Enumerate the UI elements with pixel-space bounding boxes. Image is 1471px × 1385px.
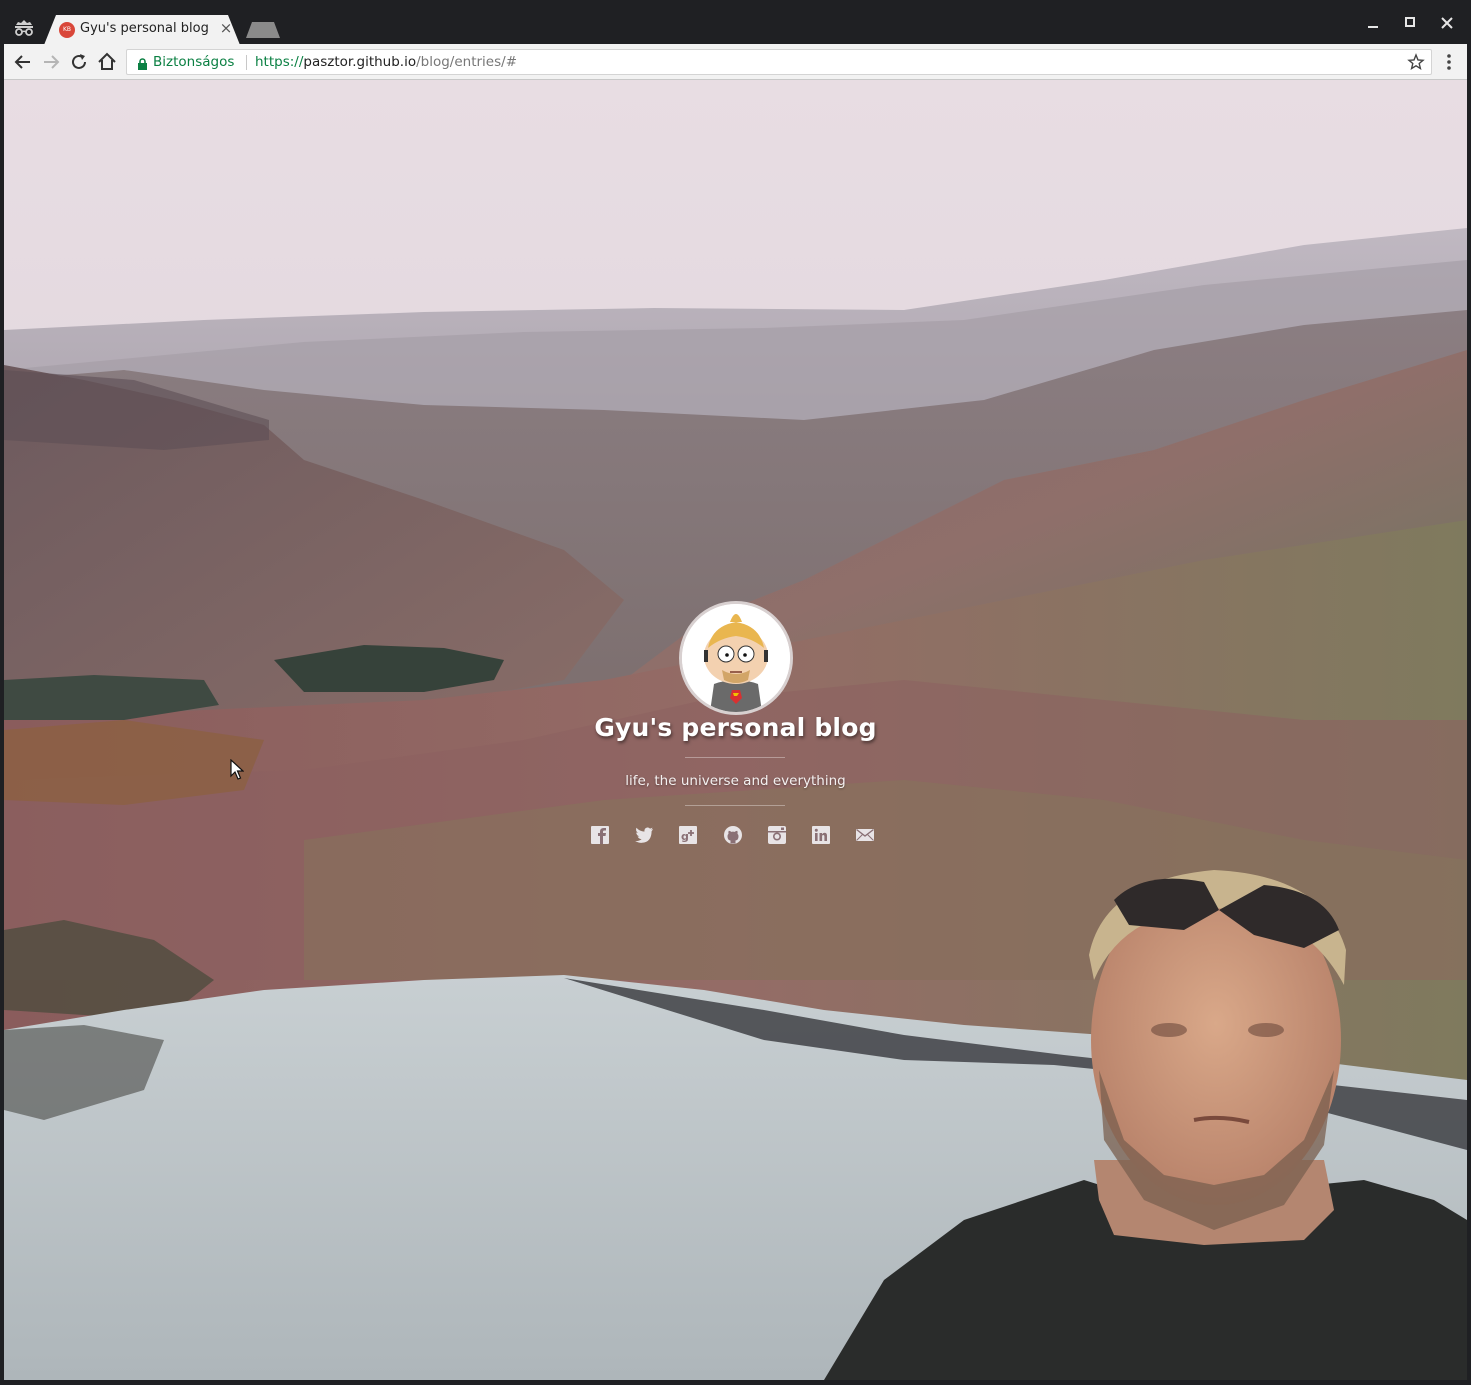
maximize-button[interactable]: [1399, 12, 1421, 34]
tab-favicon: KB: [59, 22, 75, 38]
title-divider: [685, 757, 785, 758]
tab-active[interactable]: KB Gyu's personal blog ×: [44, 15, 240, 45]
email-icon[interactable]: [855, 825, 875, 845]
back-button[interactable]: [12, 51, 34, 73]
linkedin-icon[interactable]: [811, 825, 831, 845]
minimize-button[interactable]: [1362, 12, 1384, 34]
blog-subtitle: life, the universe and everything: [625, 773, 846, 789]
page-viewport: Gyu's personal blog life, the universe a…: [4, 80, 1467, 1380]
facebook-icon[interactable]: [590, 825, 610, 845]
tab-title: Gyu's personal blog: [80, 21, 209, 36]
new-tab-button[interactable]: [246, 22, 280, 42]
instagram-icon[interactable]: [767, 825, 787, 845]
browser-menu-icon[interactable]: [1439, 51, 1459, 73]
home-button[interactable]: [96, 51, 118, 73]
window-frame-left: [0, 44, 4, 1385]
window-frame-bottom: [0, 1380, 1471, 1385]
twitter-icon[interactable]: [634, 825, 654, 845]
svg-text:g: g: [681, 830, 689, 843]
tab-close-icon[interactable]: ×: [218, 20, 234, 36]
mouse-cursor-icon: [230, 758, 245, 785]
address-bar[interactable]: Biztonságos https://pasztor.github.io/bl…: [126, 49, 1432, 75]
reload-button[interactable]: [68, 51, 90, 73]
incognito-icon: [12, 16, 36, 40]
window-frame-right: [1467, 44, 1471, 1385]
browser-toolbar: Biztonságos https://pasztor.github.io/bl…: [4, 44, 1467, 80]
subtitle-divider: [685, 805, 785, 806]
close-window-button[interactable]: [1436, 12, 1458, 34]
bookmark-star-icon[interactable]: [1407, 53, 1425, 71]
blog-title[interactable]: Gyu's personal blog: [4, 713, 1467, 742]
lock-icon: [137, 56, 148, 75]
url-host: pasztor.github.io: [303, 54, 417, 70]
forward-button[interactable]: [40, 51, 62, 73]
security-label[interactable]: Biztonságos: [153, 54, 234, 70]
google-plus-icon[interactable]: g: [678, 825, 698, 845]
address-separator: [246, 55, 247, 70]
url-scheme: https://: [255, 54, 304, 70]
github-icon[interactable]: [723, 825, 743, 845]
window-titlebar: KB Gyu's personal blog ×: [0, 0, 1471, 45]
avatar[interactable]: [679, 601, 793, 715]
url-path: /blog/entries/#: [416, 54, 518, 70]
url-text[interactable]: https://pasztor.github.io/blog/entries/#: [255, 54, 517, 70]
